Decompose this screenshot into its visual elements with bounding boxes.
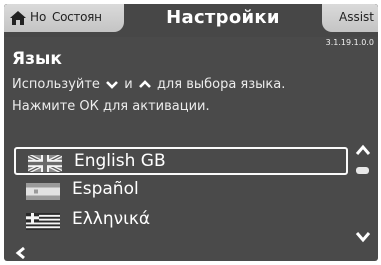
home-icon <box>10 11 26 25</box>
chevron-up-icon <box>138 80 151 88</box>
spain-flag-icon <box>26 183 60 200</box>
scrollbar-thumb[interactable] <box>356 167 369 174</box>
language-item-greek[interactable]: Ελληνικά <box>14 207 348 235</box>
instruction-line-1: Используйте и для выбора языка. <box>12 77 285 92</box>
header-bar: Но Состоян Настройки Assist <box>4 4 378 37</box>
language-label: English GB <box>74 151 166 171</box>
display-screen: Но Состоян Настройки Assist 3.1.19.1.0.0… <box>4 4 378 261</box>
uk-flag-icon <box>28 155 62 172</box>
instruction-text-2: и <box>124 77 133 92</box>
page-title: Настройки <box>166 7 280 28</box>
instruction-line-2: Нажмите ОК для активации. <box>12 99 210 114</box>
instruction-text-1: Используйте <box>12 77 100 92</box>
chevron-down-icon <box>106 81 118 89</box>
back-arrow-icon[interactable] <box>14 246 28 260</box>
assist-tab[interactable]: Assist <box>322 4 378 32</box>
language-label: Español <box>72 179 139 199</box>
status-tab-label: Состоян <box>52 10 102 24</box>
home-status-tab[interactable]: Но Состоян <box>4 4 124 32</box>
language-label: Ελληνικά <box>72 209 151 229</box>
home-tab-label: Но <box>30 10 47 24</box>
version-label: 3.1.19.1.0.0 <box>325 38 374 47</box>
greece-flag-icon <box>26 213 60 230</box>
scroll-up-button[interactable] <box>354 143 372 157</box>
language-item-english[interactable]: English GB <box>14 147 348 175</box>
instruction-text-3: для выбора языка. <box>156 77 286 92</box>
scroll-down-button[interactable] <box>354 230 372 244</box>
language-list: English GB Español Ελληνικά <box>14 147 348 241</box>
section-title: Язык <box>12 49 62 69</box>
assist-tab-label: Assist <box>338 10 374 24</box>
language-item-spanish[interactable]: Español <box>14 177 348 205</box>
